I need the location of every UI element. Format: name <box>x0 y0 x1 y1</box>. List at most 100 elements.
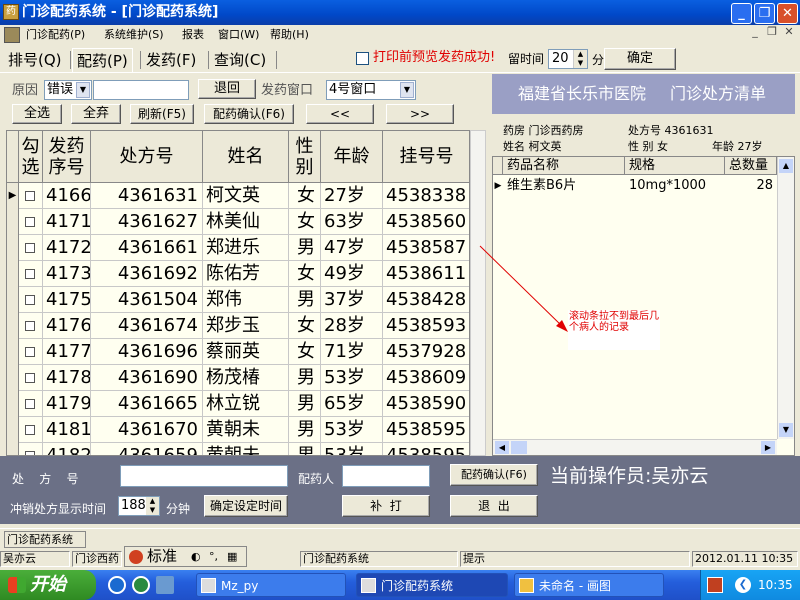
row-checkbox[interactable] <box>25 191 35 201</box>
row-checkbox[interactable] <box>25 399 35 409</box>
keyboard-icon[interactable]: ▦ <box>227 547 237 566</box>
mdi-minimize-icon[interactable]: _ <box>748 25 762 39</box>
row-checkbox[interactable] <box>25 321 35 331</box>
task-tab[interactable]: 门诊配药系统 <box>4 531 86 548</box>
drug-qty: 28 <box>756 178 773 193</box>
tab-issue[interactable]: 发药(F) <box>142 48 200 72</box>
table-row[interactable]: 4172 4361661 郑进乐男 47岁 4538587 <box>7 235 469 261</box>
task-label: 门诊配药系统 <box>381 579 454 593</box>
exit-button[interactable]: 退 出 <box>450 495 538 517</box>
tab-dispense[interactable]: 配药(P) <box>72 48 133 72</box>
row-checkbox[interactable] <box>25 373 35 383</box>
table-row[interactable]: ▶ 4166 4361631 柯文英女 27岁 4538338 <box>7 183 469 209</box>
row-pointer-icon: ▶ <box>494 181 502 191</box>
cell-reg: 4538587 <box>383 235 469 261</box>
col-check-header[interactable]: 勾 选 <box>19 131 43 183</box>
col-name-header[interactable]: 姓名 <box>203 131 289 183</box>
col-sex-header[interactable]: 性 别 <box>289 131 321 183</box>
table-row[interactable]: 4177 4361696 蔡丽英女 71岁 4537928 <box>7 339 469 365</box>
window-title: 门诊配药系统 - [门诊配药系统] <box>0 0 800 25</box>
table-row[interactable]: 4171 4361627 林美仙女 63岁 4538560 <box>7 209 469 235</box>
col-rx-header[interactable]: 处方号 <box>91 131 203 183</box>
table-row[interactable]: 4179 4361665 林立锐男 65岁 4538590 <box>7 391 469 417</box>
col-seq-header[interactable]: 发药 序号 <box>43 131 91 183</box>
menu-report[interactable]: 报表 <box>182 25 204 45</box>
stay-confirm-button[interactable]: 确定 <box>604 48 676 70</box>
stay-time-spinner[interactable]: ▲ ▼ <box>573 50 587 68</box>
table-row[interactable]: 4176 4361674 郑步玉女 28岁 4538593 <box>7 313 469 339</box>
tab-query[interactable]: 查询(C) <box>210 48 270 72</box>
col-reg-header[interactable]: 挂号号 <box>383 131 469 183</box>
row-checkbox[interactable] <box>25 217 35 227</box>
menu-help[interactable]: 帮助(H) <box>270 25 309 45</box>
cell-sex: 女 <box>289 313 321 339</box>
row-checkbox[interactable] <box>25 295 35 305</box>
ime-punct-icon[interactable]: °, <box>209 547 218 566</box>
dispenser-input[interactable] <box>342 465 430 487</box>
check-cell <box>19 287 43 313</box>
chevron-left-icon[interactable]: ❮ <box>735 577 751 593</box>
row-indicator <box>7 443 19 455</box>
windows-logo-icon <box>8 577 26 593</box>
table-row[interactable]: 4175 4361504 郑伟男 37岁 4538428 <box>7 287 469 313</box>
reprint-button[interactable]: 补 打 <box>342 495 430 517</box>
chevron-down-icon[interactable]: ▼ <box>76 82 90 98</box>
restore-icon[interactable]: ❐ <box>754 3 775 24</box>
preview-checkbox[interactable] <box>356 52 369 65</box>
ime-halfwidth-icon[interactable]: ◐ <box>191 547 201 566</box>
patient-age: 年龄 27岁 <box>712 140 763 153</box>
menu-maintenance[interactable]: 系统维护(S) <box>104 25 164 45</box>
check-cell <box>19 391 43 417</box>
discard-all-button[interactable]: 全弃 <box>71 104 121 124</box>
set-time-button[interactable]: 确定设定时间 <box>204 495 288 517</box>
drug-hscrollbar[interactable]: ◀ ▶ <box>493 439 777 455</box>
cell-name: 黄朝未 <box>203 443 289 455</box>
desktop-icon[interactable] <box>156 576 174 594</box>
table-row[interactable]: 4178 4361690 杨茂椿男 53岁 4538609 <box>7 365 469 391</box>
rx-number-input[interactable] <box>120 465 288 487</box>
drug-spec-header[interactable]: 规格 <box>625 157 725 175</box>
tab-queue[interactable]: 排号(Q) <box>4 48 66 72</box>
minimize-icon[interactable]: _ <box>731 3 752 24</box>
patient-grid[interactable]: 勾 选 发药 序号 处方号 姓名 性 别 年龄 挂号号 ▶ 4166 4361631… <box>6 130 470 456</box>
drug-name-header[interactable]: 药品名称 <box>503 157 625 175</box>
tray-app-icon[interactable] <box>707 577 723 593</box>
drug-qty-header[interactable]: 总数量 <box>725 157 777 175</box>
drug-vscrollbar[interactable]: ▲ ▼ <box>777 157 794 439</box>
row-checkbox[interactable] <box>25 347 35 357</box>
task-mz-py[interactable]: Mz_py <box>196 573 346 597</box>
mdi-close-icon[interactable]: ✕ <box>782 25 796 39</box>
table-row[interactable]: 4182 4361659 黄朝未男 53岁 4538595 <box>7 443 469 455</box>
check-cell <box>19 339 43 365</box>
return-button[interactable]: 退回 <box>198 79 256 99</box>
row-checkbox[interactable] <box>25 269 35 279</box>
task-dispense-system[interactable]: 门诊配药系统 <box>356 573 508 597</box>
system-tray: ❮ 10:35 <box>700 570 800 600</box>
refresh-button[interactable]: 刷新(F5) <box>130 104 194 124</box>
close-icon[interactable]: ✕ <box>777 3 798 24</box>
menu-dispense[interactable]: 门诊配药(P) <box>26 25 85 45</box>
next-button[interactable]: >> <box>386 104 454 124</box>
row-checkbox[interactable] <box>25 243 35 253</box>
col-age-header[interactable]: 年龄 <box>321 131 383 183</box>
prev-button[interactable]: << <box>306 104 374 124</box>
refund-spinner[interactable]: ▲ ▼ <box>146 497 159 515</box>
cell-sex: 女 <box>289 209 321 235</box>
table-row[interactable]: 4173 4361692 陈佑芳女 49岁 4538611 <box>7 261 469 287</box>
task-paint[interactable]: 未命名 - 画图 <box>514 573 664 597</box>
cell-name: 林美仙 <box>203 209 289 235</box>
media-icon[interactable] <box>132 576 150 594</box>
cell-reg: 4537928 <box>383 339 469 365</box>
ime-toolbar[interactable]: 标准 ◐ °, ▦ <box>124 546 247 567</box>
row-checkbox[interactable] <box>25 425 35 435</box>
ie-icon[interactable] <box>108 576 126 594</box>
bottom-confirm-button[interactable]: 配药确认(F6) <box>450 464 538 486</box>
table-row[interactable]: 4181 4361670 黄朝未男 53岁 4538595 <box>7 417 469 443</box>
confirm-dispense-button[interactable]: 配药确认(F6) <box>204 104 294 124</box>
menu-window[interactable]: 窗口(W) <box>218 25 259 45</box>
chevron-down-icon[interactable]: ▼ <box>400 82 414 98</box>
mdi-restore-icon[interactable]: ❐ <box>765 25 779 39</box>
cell-seq: 4178 <box>43 365 91 391</box>
reason-text-input[interactable] <box>93 80 189 100</box>
select-all-button[interactable]: 全选 <box>12 104 62 124</box>
